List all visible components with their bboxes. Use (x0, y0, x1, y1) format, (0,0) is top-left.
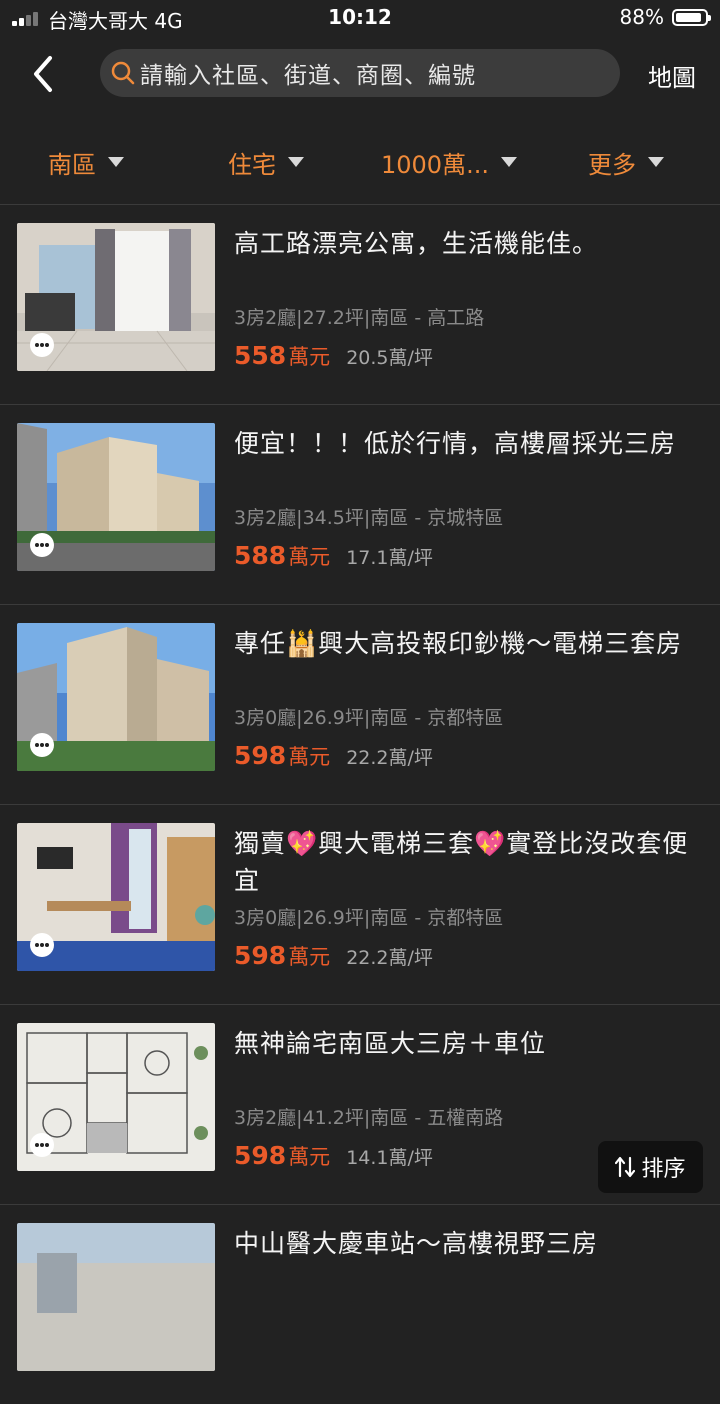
listing-title: 獨賣💖興大電梯三套💖實登比沒改套便宜 (234, 829, 689, 895)
listing-title: 無神論宅南區大三房＋車位 (234, 1029, 547, 1058)
sort-label: 排序 (641, 1157, 686, 1182)
caret-down-icon (500, 157, 517, 167)
chat-icon (30, 933, 54, 957)
search-input[interactable]: 請輸入社區、街道、商圈、編號 (100, 49, 620, 97)
listing-meta: 3房0廳|26.9坪|南區 - 京都特區 (234, 907, 504, 929)
price-unit: 萬元 (288, 1145, 331, 1169)
filter-more[interactable]: 更多 (588, 142, 664, 182)
battery-percent: 88% (619, 5, 664, 29)
status-time: 10:12 (328, 5, 392, 29)
listing-meta: 3房2廳|27.2坪|南區 - 高工路 (234, 307, 485, 329)
listing-price: 598 (234, 941, 287, 970)
chat-icon (30, 1133, 54, 1157)
price-unit: 萬元 (288, 345, 331, 369)
filter-label: 住宅 (228, 150, 276, 179)
listing-meta: 3房0廳|26.9坪|南區 - 京都特區 (234, 707, 504, 729)
filter-bar: 南區 住宅 1000萬... 更多 (0, 118, 720, 200)
filter-price[interactable]: 1000萬... (381, 142, 517, 182)
battery-icon (672, 9, 711, 26)
listing-list: 高工路漂亮公寓，生活機能佳。 3房2廳|27.2坪|南區 - 高工路 558 萬… (0, 204, 720, 1404)
sort-button[interactable]: 排序 (598, 1141, 703, 1193)
listing-title: 便宜！！！低於行情，高樓層採光三房 (234, 429, 677, 458)
search-icon (111, 61, 135, 85)
listing-item[interactable]: 便宜！！！低於行情，高樓層採光三房 3房2廳|34.5坪|南區 - 京城特區 5… (0, 405, 720, 604)
listing-meta: 3房2廳|34.5坪|南區 - 京城特區 (234, 507, 504, 529)
listing-price: 598 (234, 741, 287, 770)
price-per-ping: 20.5萬/坪 (346, 347, 433, 369)
chat-icon (30, 333, 54, 357)
listing-title: 專任🕌興大高投報印鈔機～電梯三套房 (234, 629, 683, 658)
search-placeholder: 請輸入社區、街道、商圈、編號 (140, 63, 476, 89)
chat-icon (30, 733, 54, 757)
listing-photo[interactable] (17, 423, 215, 571)
listing-photo[interactable] (17, 223, 215, 371)
listing-photo[interactable] (17, 823, 215, 971)
price-row: 598 萬元 22.2萬/坪 (234, 941, 433, 971)
caret-down-icon (108, 157, 124, 167)
listing-title: 中山醫大慶車站～高樓視野三房 (234, 1229, 599, 1258)
filter-district[interactable]: 南區 (48, 142, 124, 182)
listing-meta: 3房2廳|41.2坪|南區 - 五權南路 (234, 1107, 504, 1129)
map-button[interactable]: 地圖 (648, 58, 696, 93)
nav-bar: 請輸入社區、街道、商圈、編號 地圖 (0, 36, 720, 110)
filter-type[interactable]: 住宅 (228, 142, 304, 182)
caret-down-icon (288, 157, 304, 167)
price-unit: 萬元 (288, 945, 331, 969)
listing-item[interactable]: 中山醫大慶車站～高樓視野三房 (0, 1205, 720, 1404)
filter-label: 1000萬... (381, 150, 489, 179)
listing-item[interactable]: 專任🕌興大高投報印鈔機～電梯三套房 3房0廳|26.9坪|南區 - 京都特區 5… (0, 605, 720, 804)
price-per-ping: 14.1萬/坪 (346, 1147, 433, 1169)
listing-photo[interactable] (17, 1023, 215, 1171)
sort-icon (615, 1156, 636, 1178)
listing-item[interactable]: 獨賣💖興大電梯三套💖實登比沒改套便宜 3房0廳|26.9坪|南區 - 京都特區 … (0, 805, 720, 1004)
price-per-ping: 17.1萬/坪 (346, 547, 433, 569)
listing-title: 高工路漂亮公寓，生活機能佳。 (234, 229, 599, 258)
price-row: 558 萬元 20.5萬/坪 (234, 341, 433, 371)
price-row: 588 萬元 17.1萬/坪 (234, 541, 433, 571)
chevron-left-icon (34, 56, 52, 92)
listing-photo[interactable] (17, 1223, 215, 1371)
price-row: 598 萬元 22.2萬/坪 (234, 741, 433, 771)
listing-photo[interactable] (17, 623, 215, 771)
filter-label: 更多 (588, 150, 636, 179)
price-row: 598 萬元 14.1萬/坪 (234, 1141, 433, 1171)
back-button[interactable] (20, 50, 68, 98)
filter-label: 南區 (48, 150, 96, 179)
listing-item[interactable]: 高工路漂亮公寓，生活機能佳。 3房2廳|27.2坪|南區 - 高工路 558 萬… (0, 205, 720, 404)
listing-price: 598 (234, 1141, 287, 1170)
listing-price: 558 (234, 341, 287, 370)
price-unit: 萬元 (288, 745, 331, 769)
caret-down-icon (648, 157, 664, 167)
status-bar: 台灣大哥大 4G 10:12 88% (0, 0, 720, 36)
price-per-ping: 22.2萬/坪 (346, 747, 433, 769)
chat-icon (30, 533, 54, 557)
price-per-ping: 22.2萬/坪 (346, 947, 433, 969)
listing-price: 588 (234, 541, 287, 570)
price-unit: 萬元 (288, 545, 331, 569)
